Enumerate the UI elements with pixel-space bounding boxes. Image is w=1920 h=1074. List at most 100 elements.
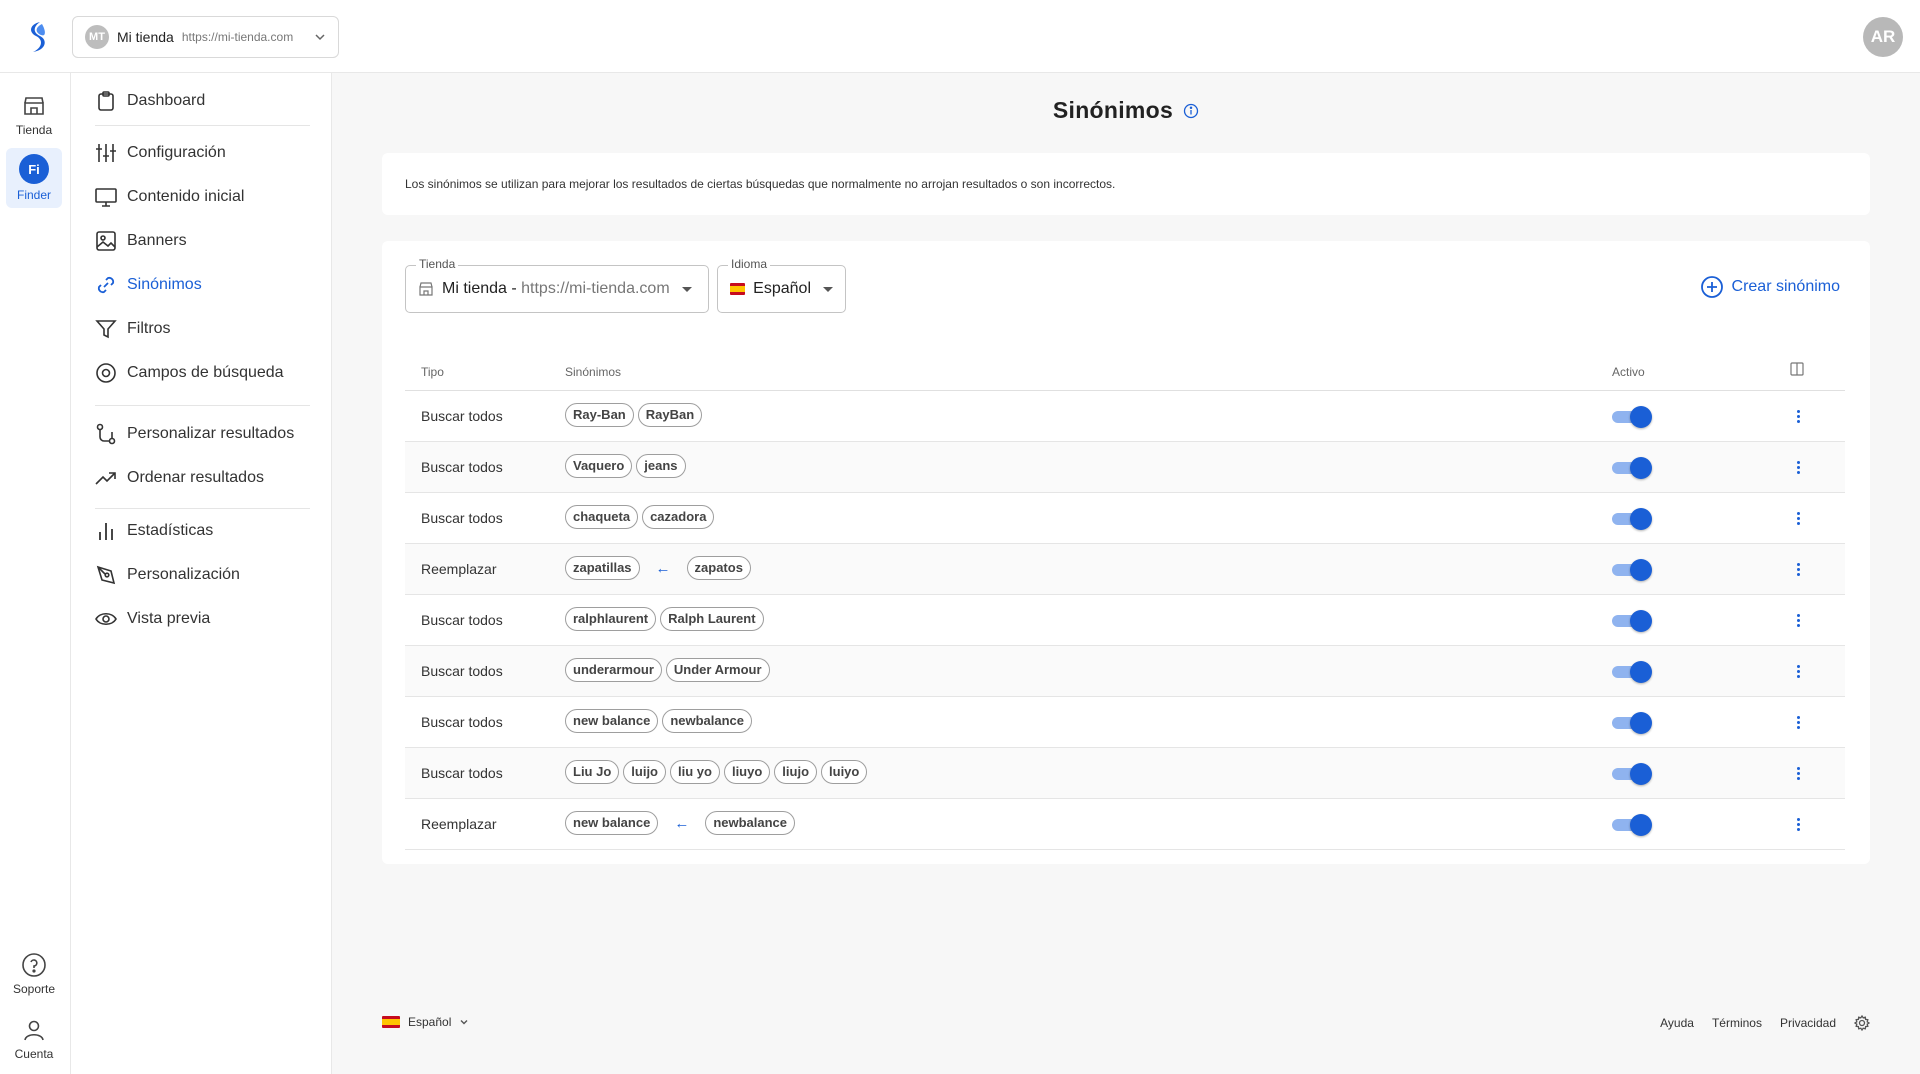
active-toggle[interactable] [1612, 508, 1652, 530]
page-header: Sinónimos [332, 97, 1920, 124]
row-type: Reemplazar [421, 561, 497, 577]
table-row[interactable]: Reemplazar new balance ← newbalance [405, 799, 1845, 850]
sidebar-item-label: Sinónimos [127, 276, 202, 293]
more-vertical-icon[interactable] [1788, 508, 1808, 528]
toggle-knob [1630, 508, 1652, 530]
sidebar-item-filtros[interactable]: Filtros [95, 309, 171, 349]
store-url: https://mi-tienda.com [181, 30, 294, 44]
row-type: Buscar todos [421, 714, 503, 730]
more-vertical-icon[interactable] [1788, 661, 1808, 681]
create-synonym-button[interactable]: Crear sinónimo [1700, 275, 1840, 299]
table-row[interactable]: Buscar todos ralphlaurent Ralph Laurent [405, 595, 1845, 646]
sidebar-item-dashboard[interactable]: Dashboard [95, 81, 205, 121]
toggle-knob [1630, 559, 1652, 581]
kebab-dot [1796, 613, 1800, 617]
table-row[interactable]: Buscar todos new balance newbalance [405, 697, 1845, 748]
kebab-dot [1796, 562, 1800, 566]
sidebar-item-personalizacion[interactable]: Personalización [95, 555, 240, 595]
footer-link-ayuda[interactable]: Ayuda [1660, 1016, 1694, 1030]
more-vertical-icon[interactable] [1788, 763, 1808, 783]
image-icon [95, 230, 117, 252]
kebab-dot [1796, 470, 1800, 474]
caret-down-icon [823, 286, 833, 292]
sidebar-item-label: Personalización [127, 566, 240, 583]
table-row[interactable]: Buscar todos underarmour Under Armour [405, 646, 1845, 697]
app-rail: Tienda Fi Finder Soporte Cuenta [0, 73, 71, 1074]
rail-item-tienda[interactable]: Tienda [6, 85, 62, 145]
table-row[interactable]: Reemplazar zapatillas ← zapatos [405, 544, 1845, 595]
language-filter-select[interactable]: Idioma Español [717, 257, 846, 313]
active-toggle[interactable] [1612, 406, 1652, 428]
pen-icon [95, 564, 117, 586]
kebab-dot [1796, 725, 1800, 729]
column-header-synonyms[interactable]: Sinónimos [565, 365, 621, 379]
sidebar-item-personalizar-resultados[interactable]: Personalizar resultados [95, 414, 294, 454]
rail-label-tienda: Tienda [15, 123, 53, 137]
columns-icon[interactable] [1790, 362, 1804, 376]
sidebar-item-estadisticas[interactable]: Estadísticas [95, 511, 213, 551]
rail-item-finder[interactable]: Fi Finder [6, 148, 62, 208]
table-row[interactable]: Buscar todos Ray-Ban RayBan [405, 391, 1845, 442]
table-row[interactable]: Buscar todos chaqueta cazadora [405, 493, 1845, 544]
row-type: Buscar todos [421, 459, 503, 475]
sidebar-item-campos-busqueda[interactable]: Campos de búsqueda [95, 353, 284, 393]
more-vertical-icon[interactable] [1788, 610, 1808, 630]
footer-link-privacidad[interactable]: Privacidad [1780, 1016, 1836, 1030]
active-toggle[interactable] [1612, 661, 1652, 683]
kebab-dot [1796, 465, 1800, 469]
spain-flag-icon [730, 283, 746, 295]
footer-language-selector[interactable]: Español [382, 1015, 469, 1029]
store-icon [419, 282, 433, 296]
user-avatar[interactable]: AR [1863, 17, 1903, 57]
synonym-chip: new balance [565, 811, 659, 835]
active-toggle[interactable] [1612, 814, 1652, 836]
more-vertical-icon[interactable] [1788, 559, 1808, 579]
rail-item-cuenta[interactable]: Cuenta [6, 1009, 62, 1069]
footer-link-terminos[interactable]: Términos [1712, 1016, 1762, 1030]
kebab-dot [1796, 674, 1800, 678]
sidebar: Dashboard Configuración Contenido inicia… [71, 73, 332, 1074]
synonym-chip: jeans [636, 454, 686, 478]
sidebar-item-label: Filtros [127, 320, 171, 337]
more-vertical-icon[interactable] [1788, 814, 1808, 834]
sidebar-item-label: Banners [127, 232, 187, 249]
table-row[interactable]: Buscar todos Vaquero jeans [405, 442, 1845, 493]
toggle-knob [1630, 406, 1652, 428]
active-toggle[interactable] [1612, 559, 1652, 581]
more-vertical-icon[interactable] [1788, 457, 1808, 477]
more-vertical-icon[interactable] [1788, 406, 1808, 426]
active-toggle[interactable] [1612, 763, 1652, 785]
sidebar-item-label: Campos de búsqueda [127, 364, 284, 381]
table-row[interactable]: Buscar todos Liu Jo luijo liu yo liuyo liujo l… [405, 748, 1845, 799]
app-logo[interactable] [24, 20, 50, 54]
column-header-type[interactable]: Tipo [421, 365, 444, 379]
sidebar-item-ordenar-resultados[interactable]: Ordenar resultados [95, 458, 264, 498]
rail-label-soporte: Soporte [12, 982, 56, 996]
synonym-chip: liu yo [670, 760, 720, 784]
sidebar-item-configuracion[interactable]: Configuración [95, 133, 226, 173]
rail-item-soporte[interactable]: Soporte [6, 944, 62, 1004]
info-icon[interactable] [1183, 103, 1199, 119]
synonym-chip: liuyo [723, 760, 771, 784]
more-vertical-icon[interactable] [1788, 712, 1808, 732]
active-toggle[interactable] [1612, 457, 1652, 479]
language-filter-value: Español [753, 280, 811, 297]
user-icon [21, 1017, 47, 1043]
sidebar-item-sinonimos[interactable]: Sinónimos [95, 265, 202, 305]
store-filter-select[interactable]: Tienda Mi tienda - https://mi-tienda.com [405, 257, 709, 313]
column-header-active[interactable]: Activo [1612, 365, 1645, 379]
sidebar-item-banners[interactable]: Banners [95, 221, 187, 261]
synonym-chip: Ray-Ban [565, 403, 634, 427]
store-selector[interactable]: MT Mi tienda https://mi-tienda.com [72, 16, 339, 58]
sidebar-divider [95, 125, 310, 126]
synonym-chip: zapatillas [565, 556, 640, 580]
kebab-dot [1796, 827, 1800, 831]
sidebar-item-contenido-inicial[interactable]: Contenido inicial [95, 177, 244, 217]
settings-icon[interactable] [1854, 1015, 1870, 1031]
kebab-dot [1796, 664, 1800, 668]
chevron-down-icon [460, 1020, 468, 1025]
active-toggle[interactable] [1612, 610, 1652, 632]
sidebar-item-vista-previa[interactable]: Vista previa [95, 599, 210, 639]
active-toggle[interactable] [1612, 712, 1652, 734]
synonym-chip: luiyo [821, 760, 868, 784]
